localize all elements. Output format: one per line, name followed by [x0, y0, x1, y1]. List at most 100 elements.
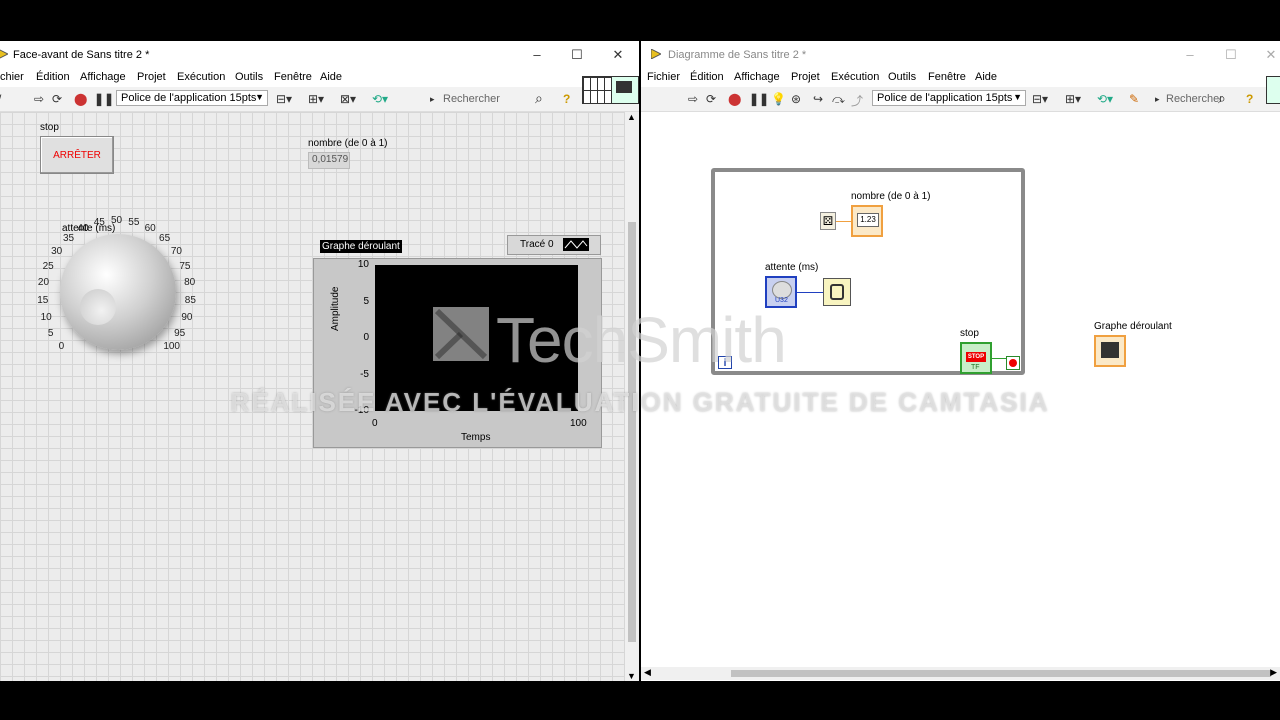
menu-fenetre[interactable]: Fenêtre: [928, 71, 966, 83]
vi-icon[interactable]: [1266, 76, 1280, 104]
run-arrow-icon[interactable]: ⇨: [34, 92, 44, 106]
step-into-icon[interactable]: ↪: [813, 92, 823, 106]
scroll-left-icon[interactable]: ◀: [644, 667, 651, 678]
stop-label: stop: [40, 122, 59, 133]
number-value: 0,01579: [312, 154, 349, 165]
highlight-execution-icon[interactable]: 💡: [771, 92, 786, 106]
font-select[interactable]: Police de l'application 15pts ▼: [872, 90, 1026, 106]
search-input[interactable]: Rechercher: [1166, 93, 1223, 109]
help-icon[interactable]: ?: [563, 92, 570, 106]
knob-tick-label: 10: [40, 311, 52, 323]
scroll-thumb[interactable]: [731, 670, 1271, 677]
stop-terminal[interactable]: STOP TF: [960, 342, 992, 374]
toolbar-overflow-icon[interactable]: ▸: [430, 94, 435, 105]
search-icon[interactable]: ⌕: [1218, 90, 1226, 107]
wire-orange[interactable]: [836, 221, 852, 222]
maximize-icon[interactable]: ☐: [569, 47, 585, 63]
scroll-down-icon[interactable]: ▼: [627, 671, 636, 681]
knob-tick-label: 15: [37, 294, 49, 306]
minimize-icon[interactable]: –: [1182, 47, 1198, 62]
pause-icon[interactable]: ❚❚: [94, 92, 114, 106]
menu-projet[interactable]: Projet: [791, 71, 820, 83]
search-input[interactable]: Rechercher: [443, 93, 500, 109]
number-indicator: 0,01579: [308, 152, 350, 169]
wire-green[interactable]: [992, 358, 1006, 359]
help-icon[interactable]: ?: [1246, 92, 1253, 106]
close-icon[interactable]: ✕: [610, 47, 626, 63]
menu-affichage[interactable]: Affichage: [80, 71, 126, 83]
run-arrow-icon[interactable]: ⇨: [688, 92, 698, 106]
menu-execution[interactable]: Exécution: [177, 71, 225, 83]
abort-icon[interactable]: ⬤: [728, 92, 741, 106]
legend-label: Tracé 0: [520, 239, 554, 250]
chart-terminal[interactable]: [1094, 335, 1126, 367]
resize-objects-icon[interactable]: ⊠▾: [340, 92, 356, 106]
retain-wire-values-icon[interactable]: ⊛: [791, 92, 801, 106]
menu-outils[interactable]: Outils: [235, 71, 263, 83]
connector-pane-icon[interactable]: [582, 76, 612, 104]
minimize-icon[interactable]: –: [529, 47, 545, 62]
number-terminal-display: 1.23: [857, 213, 879, 227]
menu-edition[interactable]: Édition: [690, 71, 724, 83]
cleanup-diagram-icon[interactable]: ✎: [1129, 92, 1139, 106]
run-continuous-icon[interactable]: ⟳: [706, 92, 716, 106]
align-objects-icon[interactable]: ⊟▾: [1032, 92, 1048, 106]
menu-aide[interactable]: Aide: [975, 71, 997, 83]
abort-icon[interactable]: ⬤: [74, 92, 87, 106]
knob-tick-label: 70: [170, 245, 182, 257]
wire-blue[interactable]: [797, 292, 823, 293]
bd-number-label: nombre (de 0 à 1): [851, 191, 931, 202]
edit-tool-icon[interactable]: /: [0, 92, 1, 106]
knob-tick-label: 0: [58, 341, 65, 353]
run-continuous-icon[interactable]: ⟳: [52, 92, 62, 106]
stop-button[interactable]: ARRÊTER: [40, 136, 114, 174]
toolbar-overflow-icon[interactable]: ▸: [1155, 94, 1160, 105]
align-objects-icon[interactable]: ⊟▾: [276, 92, 292, 106]
menu-affichage[interactable]: Affichage: [734, 71, 780, 83]
knob-tick-label: 30: [51, 245, 63, 257]
font-select[interactable]: Police de l'application 15pts ▼: [116, 90, 268, 106]
menu-aide[interactable]: Aide: [320, 71, 342, 83]
search-icon[interactable]: ⌕: [535, 90, 543, 107]
knob-label: attente (ms): [62, 223, 116, 234]
scroll-thumb[interactable]: [628, 222, 636, 642]
wait-knob[interactable]: [60, 234, 176, 350]
plot-legend[interactable]: Tracé 0: [507, 235, 601, 255]
menu-projet[interactable]: Projet: [137, 71, 166, 83]
techsmith-logo-icon: [433, 307, 489, 361]
random-number-node[interactable]: ⚄: [820, 212, 836, 230]
knob-tick-label: 95: [174, 327, 186, 339]
knob-tick-label: 35: [62, 232, 75, 244]
menu-execution[interactable]: Exécution: [831, 71, 879, 83]
pause-icon[interactable]: ❚❚: [749, 92, 769, 106]
distribute-objects-icon[interactable]: ⊞▾: [308, 92, 324, 106]
block-diagram-menubar: Fichier Édition Affichage Projet Exécuti…: [641, 69, 1280, 87]
menu-fenetre[interactable]: Fenêtre: [274, 71, 312, 83]
number-terminal[interactable]: 1.23: [851, 205, 883, 237]
scroll-up-icon[interactable]: ▲: [627, 112, 636, 122]
knob-tick-label: 25: [42, 260, 54, 272]
menu-edition[interactable]: Édition: [36, 71, 70, 83]
menu-fichier[interactable]: chier: [0, 71, 24, 83]
chevron-down-icon: ▼: [255, 92, 264, 102]
dice-icon: ⚄: [822, 214, 834, 228]
step-over-icon[interactable]: ⤼: [832, 92, 845, 107]
menu-outils[interactable]: Outils: [888, 71, 916, 83]
step-out-icon[interactable]: ⤴: [851, 92, 863, 109]
stop-button-text: ARRÊTER: [53, 150, 101, 161]
knob-tick-label: 65: [159, 232, 171, 244]
wait-ms-node[interactable]: [823, 278, 851, 306]
loop-condition-terminal[interactable]: [1006, 356, 1020, 370]
vi-icon[interactable]: [611, 76, 639, 104]
knob-tick-label: 60: [144, 223, 156, 235]
maximize-icon[interactable]: ☐: [1223, 47, 1239, 63]
legend-swatch: [563, 238, 589, 251]
scroll-right-icon[interactable]: ▶: [1270, 667, 1277, 678]
bd-graph-label: Graphe déroulant: [1094, 321, 1172, 332]
distribute-objects-icon[interactable]: ⊞▾: [1065, 92, 1081, 106]
reorder-icon[interactable]: ⟲▾: [1097, 92, 1113, 106]
block-diagram-hscrollbar[interactable]: ◀ ▶: [641, 667, 1280, 680]
close-icon[interactable]: ✕: [1263, 47, 1279, 63]
menu-fichier[interactable]: Fichier: [647, 71, 680, 83]
reorder-icon[interactable]: ⟲▾: [372, 92, 388, 106]
